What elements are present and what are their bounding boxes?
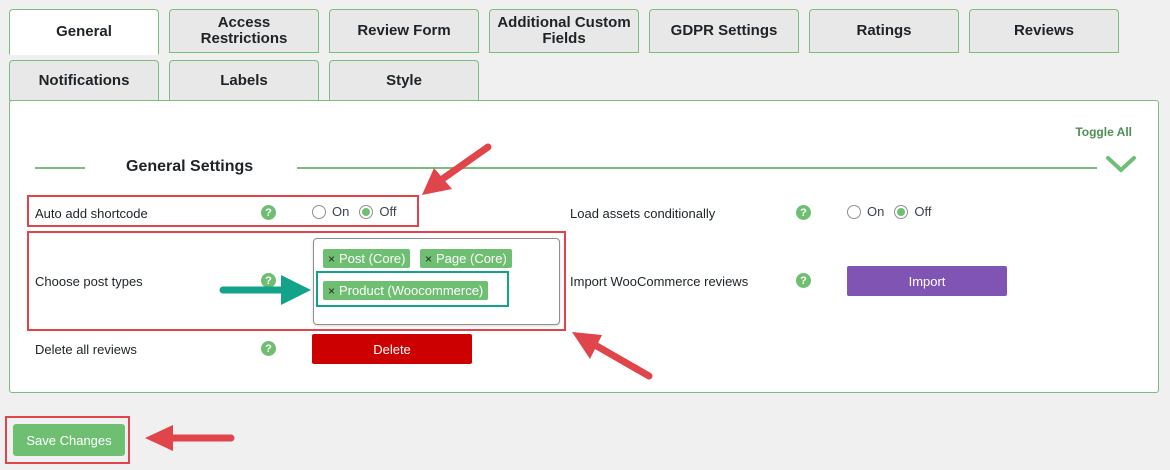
toggle-all-link[interactable]: Toggle All <box>1075 125 1132 139</box>
annotation-box-shortcode <box>27 195 419 227</box>
import-woocommerce-label: Import WooCommerce reviews <box>570 274 749 289</box>
section-divider-left <box>35 167 85 169</box>
tab-style[interactable]: Style <box>329 60 479 101</box>
tab-review-form[interactable]: Review Form <box>329 9 479 53</box>
tab-reviews[interactable]: Reviews <box>969 9 1119 53</box>
arrow-icon <box>145 425 235 451</box>
radio-off-label: Off <box>914 204 932 219</box>
tab-additional-custom-fields[interactable]: Additional Custom Fields <box>489 9 639 53</box>
radio-on-label: On <box>867 204 885 219</box>
tab-gdpr-settings[interactable]: GDPR Settings <box>649 9 799 53</box>
section-divider-right <box>297 167 1097 169</box>
section-title: General Settings <box>126 158 254 175</box>
annotation-box-product <box>316 271 509 307</box>
help-icon[interactable]: ? <box>261 341 276 356</box>
load-assets-on-radio[interactable] <box>847 204 861 219</box>
tab-notifications[interactable]: Notifications <box>9 60 159 101</box>
tab-ratings[interactable]: Ratings <box>809 9 959 53</box>
help-icon[interactable]: ? <box>796 205 811 220</box>
tab-labels[interactable]: Labels <box>169 60 319 101</box>
tab-access-restrictions[interactable]: Access Restrictions <box>169 9 319 53</box>
help-icon[interactable]: ? <box>796 273 811 288</box>
delete-all-reviews-label: Delete all reviews <box>35 342 137 357</box>
delete-button[interactable]: Delete <box>312 334 472 364</box>
load-assets-off-radio[interactable] <box>894 204 909 219</box>
tab-general[interactable]: General <box>9 9 159 55</box>
load-assets-radios: On Off <box>847 204 941 219</box>
import-button[interactable]: Import <box>847 266 1007 296</box>
load-assets-label: Load assets conditionally <box>570 206 716 221</box>
chevron-down-icon[interactable] <box>1104 153 1138 175</box>
annotation-box-save <box>5 416 130 464</box>
